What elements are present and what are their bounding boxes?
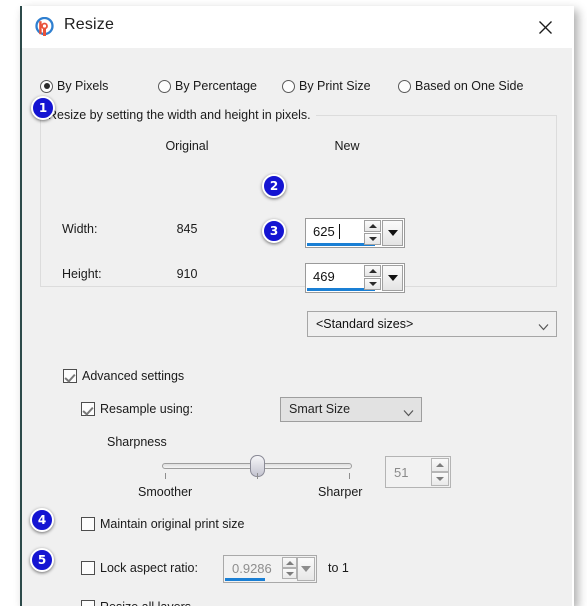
width-stepper-down[interactable] <box>364 233 381 245</box>
radio-by-pixels[interactable]: By Pixels <box>40 79 108 93</box>
resize-dialog: Resize By Pixels By Percentage By Print … <box>20 6 572 606</box>
resample-using-label: Resample using: <box>100 402 194 416</box>
text-caret <box>339 224 340 239</box>
groupbox-legend: Resize by setting the width and height i… <box>46 108 316 122</box>
slider-tick <box>165 473 166 479</box>
paintshop-logo-icon <box>34 16 55 38</box>
checkbox-checked-icon <box>81 402 95 416</box>
radio-selected-icon <box>40 79 53 93</box>
checkbox-checked-icon <box>63 369 77 383</box>
annotation-badge-1: 1 <box>31 96 55 120</box>
annotation-badge-3: 3 <box>262 219 286 243</box>
radio-label: By Percentage <box>175 79 257 93</box>
column-header-original: Original <box>165 139 209 153</box>
advanced-settings-checkbox[interactable]: Advanced settings <box>63 369 184 383</box>
triangle-up-icon <box>436 463 444 467</box>
triangle-down-icon <box>368 237 377 241</box>
triangle-down-icon <box>285 571 294 576</box>
annotation-badge-4: 4 <box>30 508 54 532</box>
page-title: Resize <box>64 16 115 33</box>
aspect-ratio-stepper-down[interactable] <box>282 568 297 579</box>
pixel-settings-groupbox <box>40 115 557 287</box>
screenshot-root: Resize By Pixels By Percentage By Print … <box>0 0 587 606</box>
height-stepper-down[interactable] <box>364 278 381 290</box>
chevron-down-icon <box>403 407 414 417</box>
sharpness-stepper-down[interactable] <box>431 472 449 486</box>
maintain-print-size-checkbox[interactable]: Maintain original print size <box>81 517 245 531</box>
triangle-up-icon <box>285 560 294 565</box>
resample-method-value: Smart Size <box>289 402 351 416</box>
aspect-ratio-suffix: to 1 <box>328 561 349 575</box>
maintain-print-size-label: Maintain original print size <box>100 517 245 531</box>
height-stepper-up[interactable] <box>364 265 381 277</box>
chevron-down-icon <box>387 230 398 236</box>
sharpness-stepper-up[interactable] <box>431 458 449 472</box>
radio-empty-icon <box>282 79 295 93</box>
standard-sizes-value: <Standard sizes> <box>316 317 414 331</box>
triangle-up-icon <box>368 224 377 228</box>
sharpness-value-input[interactable]: 51 <box>385 456 451 488</box>
sharpness-value: 51 <box>394 465 409 480</box>
checkbox-unchecked-icon <box>81 600 95 606</box>
aspect-ratio-input[interactable]: 0.9286 <box>223 555 317 583</box>
annotation-badge-2: 2 <box>262 174 286 198</box>
aspect-ratio-underline-bar <box>225 578 266 581</box>
resize-all-layers-label: Resize all layers <box>100 600 191 606</box>
resize-all-layers-checkbox[interactable]: Resize all layers <box>81 600 191 606</box>
radio-by-print-size[interactable]: By Print Size <box>282 79 371 93</box>
chevron-down-icon <box>387 275 398 281</box>
aspect-ratio-dropdown-button[interactable] <box>297 557 315 581</box>
slider-tick <box>349 473 350 479</box>
sharpness-slider[interactable] <box>162 455 352 479</box>
resize-mode-radio-group: By Pixels By Percentage By Print Size Ba… <box>40 79 560 99</box>
slider-min-label: Smoother <box>138 485 193 499</box>
radio-by-percentage[interactable]: By Percentage <box>158 79 257 93</box>
checkbox-unchecked-icon <box>81 561 95 575</box>
triangle-down-icon <box>368 282 377 286</box>
slider-tick <box>257 473 258 479</box>
resample-using-checkbox[interactable]: Resample using: <box>81 402 193 416</box>
width-stepper-up[interactable] <box>364 220 381 232</box>
close-button[interactable] <box>528 14 562 40</box>
radio-empty-icon <box>398 79 411 93</box>
radio-based-on-one-side[interactable]: Based on One Side <box>398 79 523 93</box>
standard-sizes-dropdown[interactable]: <Standard sizes> <box>307 311 557 337</box>
triangle-down-icon <box>436 477 444 481</box>
radio-empty-icon <box>158 79 171 93</box>
slider-max-label: Sharper <box>318 485 363 499</box>
width-new-value: 625 <box>313 224 335 239</box>
column-header-new: New <box>334 139 360 153</box>
chevron-down-icon <box>301 566 311 572</box>
height-new-input[interactable]: 469 <box>305 263 405 293</box>
advanced-settings-label: Advanced settings <box>82 369 185 383</box>
width-dropdown-button[interactable] <box>382 220 403 246</box>
radio-label: By Pixels <box>57 79 109 93</box>
resample-method-dropdown[interactable]: Smart Size <box>280 397 422 422</box>
height-dropdown-button[interactable] <box>382 265 403 291</box>
lock-aspect-ratio-label: Lock aspect ratio: <box>100 561 198 575</box>
aspect-ratio-stepper-up[interactable] <box>282 557 297 568</box>
chevron-down-icon <box>538 321 549 331</box>
width-new-input[interactable]: 625 <box>305 218 405 248</box>
radio-label: By Print Size <box>299 79 371 93</box>
triangle-up-icon <box>368 269 377 273</box>
radio-label: Based on One Side <box>415 79 524 93</box>
height-label: Height: <box>62 267 102 281</box>
height-new-value: 469 <box>313 269 335 284</box>
height-original-value: 910 <box>176 267 198 281</box>
title-bar: Resize <box>22 6 572 48</box>
close-icon <box>538 20 552 34</box>
lock-aspect-ratio-checkbox[interactable]: Lock aspect ratio: <box>81 561 198 575</box>
aspect-ratio-value: 0.9286 <box>232 561 272 576</box>
dialog-body: By Pixels By Percentage By Print Size Ba… <box>22 48 572 606</box>
checkbox-unchecked-icon <box>81 517 95 531</box>
annotation-badge-5: 5 <box>30 548 54 572</box>
width-label: Width: <box>62 222 98 236</box>
sharpness-label: Sharpness <box>107 435 167 449</box>
width-original-value: 845 <box>176 222 198 236</box>
